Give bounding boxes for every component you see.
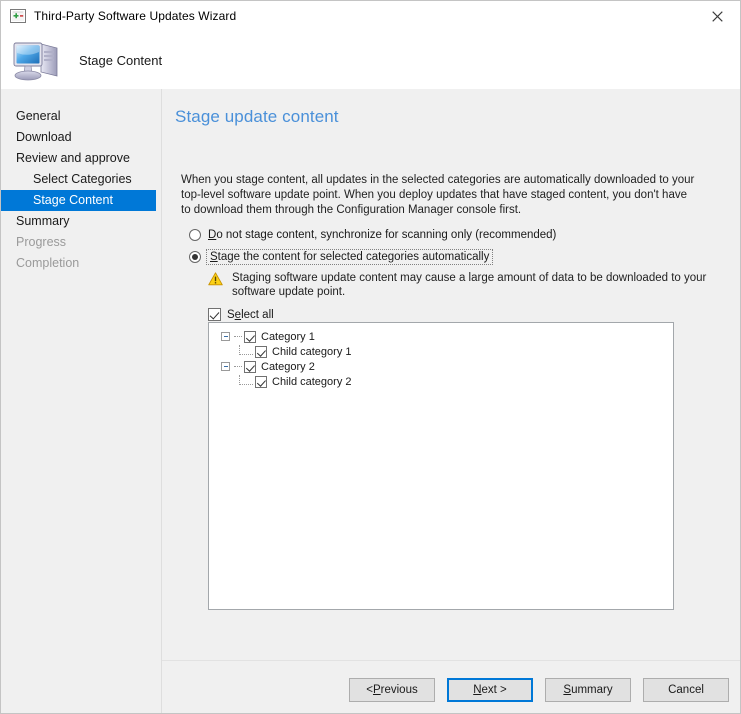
tree-node-label: Category 2 [261, 360, 315, 373]
checkbox-mark[interactable] [244, 330, 256, 343]
tree-connector [234, 365, 242, 368]
checkbox-mark[interactable] [255, 345, 267, 358]
tree-row[interactable]: Child category 1 [239, 344, 673, 359]
sidebar-item-stage-content[interactable]: Stage Content [1, 190, 156, 211]
close-icon[interactable] [695, 1, 740, 31]
content-pane: Stage update content When you stage cont… [162, 89, 740, 713]
wizard-window: Third-Party Software Updates Wizard Stag… [0, 0, 741, 714]
tree-connector [239, 344, 253, 355]
select-all-checkbox[interactable]: Select all [208, 308, 274, 321]
tree-row[interactable]: Child category 2 [239, 374, 673, 389]
tree-node-label: Child category 1 [272, 345, 352, 358]
btn-post: ummary [571, 684, 613, 696]
wizard-icon [10, 9, 26, 23]
tree-node-label: Category 1 [261, 330, 315, 343]
cancel-button[interactable]: Cancel [643, 678, 729, 702]
accel-key: S [210, 251, 218, 263]
sidebar-item-progress: Progress [16, 235, 67, 249]
select-all-post: lect all [241, 308, 274, 321]
btn-post: revious [380, 684, 418, 696]
summary-button[interactable]: Summary [545, 678, 631, 702]
btn-post: ext > [481, 684, 507, 696]
sidebar-item-summary[interactable]: Summary [1, 211, 161, 232]
computer-icon [11, 36, 63, 84]
checkbox-mark [208, 308, 221, 321]
sidebar-item-completion: Completion [16, 256, 80, 270]
warning-message: Staging software update content may caus… [208, 271, 710, 299]
radio-label-do-not-stage: Do not stage content, synchronize for sc… [208, 229, 556, 241]
radio-mark-unselected [189, 229, 201, 241]
warning-text: Staging software update content may caus… [232, 272, 707, 298]
sidebar-item-review-and-approve[interactable]: Review and approve [1, 148, 161, 169]
tree-row[interactable]: Category 1 [221, 329, 673, 344]
intro-paragraph: When you stage content, all updates in t… [181, 174, 695, 216]
categories-tree-panel[interactable]: Category 1 Child category 1 Category 2 C… [208, 322, 674, 610]
accel-key: P [372, 684, 381, 696]
previous-button[interactable]: < Previous [349, 678, 435, 702]
radio-label-text: tage the content for selected categories… [217, 251, 490, 263]
tree-connector [239, 374, 253, 385]
radio-label-text: o not stage content, synchronize for sca… [216, 229, 557, 241]
checkbox-mark[interactable] [255, 375, 267, 388]
tree-connector [234, 335, 242, 338]
categories-tree: Category 1 Child category 1 Category 2 C… [209, 323, 673, 389]
window-title: Third-Party Software Updates Wizard [34, 9, 237, 23]
wizard-body: General Download Review and approve Sele… [1, 89, 740, 713]
tree-row[interactable]: Category 2 [221, 359, 673, 374]
radio-label-stage-content: Stage the content for selected categorie… [205, 249, 494, 265]
header-banner: Stage Content [1, 31, 740, 89]
accel-key: N [473, 684, 482, 696]
radio-do-not-stage-content[interactable]: Do not stage content, synchronize for sc… [189, 229, 556, 241]
sidebar-item-general[interactable]: General [1, 106, 161, 127]
btn-pre: < [366, 684, 373, 696]
sidebar-item-select-categories[interactable]: Select Categories [1, 169, 161, 190]
next-button[interactable]: Next > [447, 678, 533, 702]
wizard-steps-sidebar: General Download Review and approve Sele… [1, 89, 161, 713]
btn-post: Cancel [668, 684, 704, 696]
tree-node-label: Child category 2 [272, 375, 352, 388]
radio-stage-content-automatically[interactable]: Stage the content for selected categorie… [189, 249, 494, 265]
select-all-label: Select all [227, 309, 274, 321]
select-all-pre: S [227, 308, 235, 321]
page-title: Stage update content [175, 107, 339, 126]
sidebar-item-download[interactable]: Download [1, 127, 161, 148]
wizard-buttons: < Previous Next > Summary Cancel [349, 678, 729, 702]
header-title: Stage Content [79, 52, 163, 68]
radio-mark-selected [189, 251, 201, 263]
title-bar: Third-Party Software Updates Wizard [1, 1, 740, 31]
footer-bar: < Previous Next > Summary Cancel [162, 661, 740, 713]
collapse-icon[interactable] [221, 362, 230, 371]
warning-triangle-icon [208, 272, 223, 291]
accel-key: S [563, 684, 572, 696]
checkbox-mark[interactable] [244, 360, 256, 373]
collapse-icon[interactable] [221, 332, 230, 341]
